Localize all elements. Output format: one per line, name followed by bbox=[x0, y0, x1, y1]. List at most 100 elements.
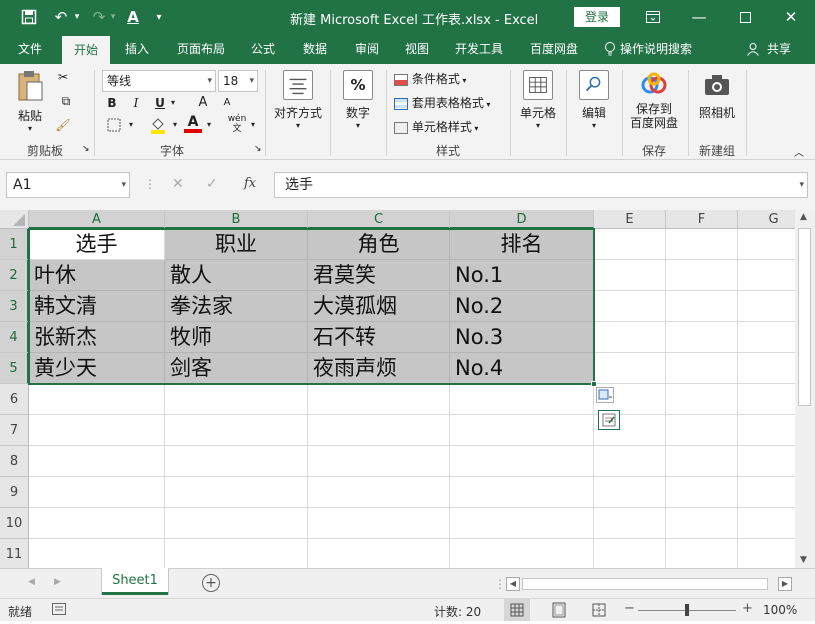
dialog-launcher-icon[interactable]: ↘ bbox=[254, 144, 262, 154]
borders-dropdown-icon[interactable]: ▾ bbox=[126, 120, 136, 129]
font-color-button[interactable]: A bbox=[184, 115, 202, 133]
row-header-9[interactable]: 9 bbox=[0, 477, 29, 508]
cell-c2[interactable]: 君莫笑 bbox=[308, 260, 450, 291]
save-icon[interactable] bbox=[18, 6, 40, 28]
conditional-formatting-button[interactable]: 条件格式 ▾ bbox=[394, 70, 466, 87]
zoom-out-button[interactable]: − bbox=[624, 601, 635, 616]
column-header-d[interactable]: D bbox=[450, 210, 594, 229]
tab-insert[interactable]: 插入 bbox=[114, 34, 160, 64]
save-to-baidu-button[interactable]: 保存到 百度网盘 bbox=[626, 70, 682, 140]
borders-icon[interactable] bbox=[104, 118, 124, 135]
zoom-level[interactable]: 100% bbox=[763, 603, 797, 617]
macro-record-icon[interactable] bbox=[52, 603, 66, 615]
scroll-right-icon[interactable]: ▶ bbox=[778, 577, 792, 591]
tab-developer[interactable]: 开发工具 bbox=[448, 34, 510, 64]
undo-icon[interactable]: ↶ bbox=[50, 6, 72, 28]
tab-data[interactable]: 数据 bbox=[294, 34, 336, 64]
cell-d1[interactable]: 排名 bbox=[450, 229, 594, 260]
collapse-ribbon-icon[interactable]: ︿ bbox=[794, 144, 804, 159]
close-icon[interactable]: ✕ bbox=[768, 0, 814, 34]
column-header-g[interactable]: G bbox=[738, 210, 795, 229]
undo-dropdown-icon[interactable]: ▾ bbox=[72, 6, 82, 28]
tab-file[interactable]: 文件 bbox=[6, 34, 54, 64]
scroll-thumb[interactable] bbox=[798, 228, 811, 406]
cell-c4[interactable]: 石不转 bbox=[308, 322, 450, 353]
login-button[interactable]: 登录 bbox=[574, 7, 620, 27]
cell-styles-button[interactable]: 单元格样式 ▾ bbox=[394, 118, 478, 135]
column-header-e[interactable]: E bbox=[594, 210, 666, 229]
empty-columns-area[interactable] bbox=[594, 229, 795, 384]
camera-button[interactable]: 照相机 bbox=[694, 70, 740, 140]
tab-formulas[interactable]: 公式 bbox=[242, 34, 284, 64]
cell-b5[interactable]: 剑客 bbox=[165, 353, 308, 384]
cell-c1[interactable]: 角色 bbox=[308, 229, 450, 260]
name-box[interactable]: A1 ▾ bbox=[6, 172, 130, 198]
tab-review[interactable]: 审阅 bbox=[346, 34, 388, 64]
row-header-6[interactable]: 6 bbox=[0, 384, 29, 415]
cell-a2[interactable]: 叶休 bbox=[29, 260, 165, 291]
page-layout-view-button[interactable] bbox=[546, 599, 572, 621]
sheet-tab-sheet1[interactable]: Sheet1 bbox=[102, 568, 168, 595]
column-header-c[interactable]: C bbox=[308, 210, 450, 229]
share-button[interactable]: 共享 bbox=[764, 34, 794, 64]
bold-button[interactable]: B bbox=[104, 96, 120, 110]
row-header-8[interactable]: 8 bbox=[0, 446, 29, 477]
select-all-corner[interactable] bbox=[0, 210, 29, 229]
quick-analysis-icon[interactable] bbox=[598, 410, 620, 430]
cell-d3[interactable]: No.2 bbox=[450, 291, 594, 322]
prev-sheet-icon[interactable]: ◀ bbox=[28, 577, 35, 587]
row-header-5[interactable]: 5 bbox=[0, 353, 29, 384]
customize-quick-access-icon[interactable]: ▾ bbox=[152, 6, 166, 28]
alignment-button[interactable]: 对齐方式 ▾ bbox=[272, 70, 324, 140]
dialog-launcher-icon[interactable]: ↘ bbox=[82, 144, 90, 154]
cell-c5[interactable]: 夜雨声烦 bbox=[308, 353, 450, 384]
row-header-1[interactable]: 1 bbox=[0, 229, 29, 260]
tab-home[interactable]: 开始 bbox=[62, 36, 110, 64]
scroll-left-icon[interactable]: ◀ bbox=[506, 577, 520, 591]
column-header-a[interactable]: A bbox=[29, 210, 165, 229]
empty-rows-area[interactable] bbox=[29, 384, 795, 568]
zoom-in-button[interactable]: + bbox=[742, 601, 753, 616]
fill-color-dropdown-icon[interactable]: ▾ bbox=[170, 120, 180, 129]
increase-font-size-button[interactable]: A bbox=[196, 95, 210, 110]
insert-function-icon[interactable]: fx bbox=[244, 176, 256, 191]
fill-color-icon[interactable] bbox=[148, 116, 168, 137]
worksheet-grid[interactable]: A B C D E F G 1 2 3 4 5 6 7 8 9 10 11 选手… bbox=[0, 210, 795, 568]
vertical-scrollbar[interactable]: ▲ ▼ bbox=[795, 210, 815, 568]
maximize-icon[interactable] bbox=[722, 0, 768, 34]
cell-a4[interactable]: 张新杰 bbox=[29, 322, 165, 353]
copy-icon[interactable]: ⧉ bbox=[54, 94, 78, 112]
paste-button[interactable]: 粘贴 ▾ bbox=[10, 70, 50, 140]
tell-me-search[interactable]: 操作说明搜索 bbox=[620, 34, 716, 64]
cells-button[interactable]: 单元格 ▾ bbox=[516, 70, 560, 140]
phonetic-dropdown-icon[interactable]: ▾ bbox=[248, 120, 258, 129]
paste-options-icon[interactable] bbox=[596, 387, 614, 403]
minimize-icon[interactable]: — bbox=[676, 0, 722, 34]
cut-icon[interactable]: ✂ bbox=[54, 70, 72, 88]
scroll-up-icon[interactable]: ▲ bbox=[800, 212, 807, 222]
ribbon-display-options-icon[interactable] bbox=[630, 0, 676, 34]
zoom-slider-thumb[interactable] bbox=[685, 604, 689, 616]
cell-a3[interactable]: 韩文清 bbox=[29, 291, 165, 322]
cell-a5[interactable]: 黄少天 bbox=[29, 353, 165, 384]
row-header-7[interactable]: 7 bbox=[0, 415, 29, 446]
cell-d4[interactable]: No.3 bbox=[450, 322, 594, 353]
font-color-dropdown-icon[interactable]: ▾ bbox=[204, 120, 214, 129]
italic-button[interactable]: I bbox=[128, 96, 144, 110]
format-painter-icon[interactable]: 🖌 bbox=[54, 118, 72, 136]
cell-c3[interactable]: 大漠孤烟 bbox=[308, 291, 450, 322]
row-header-2[interactable]: 2 bbox=[0, 260, 29, 291]
font-size-select[interactable]: 18 ▾ bbox=[218, 70, 258, 92]
cell-b2[interactable]: 散人 bbox=[165, 260, 308, 291]
tab-page-layout[interactable]: 页面布局 bbox=[170, 34, 232, 64]
decrease-font-size-button[interactable]: A bbox=[220, 97, 234, 108]
next-sheet-icon[interactable]: ▶ bbox=[54, 577, 61, 587]
underline-dropdown-icon[interactable]: ▾ bbox=[168, 98, 178, 107]
cell-b1[interactable]: 职业 bbox=[165, 229, 308, 260]
cell-b3[interactable]: 拳法家 bbox=[165, 291, 308, 322]
horizontal-scroll-thumb[interactable] bbox=[522, 578, 768, 590]
row-header-10[interactable]: 10 bbox=[0, 508, 29, 539]
number-format-button[interactable]: % 数字 ▾ bbox=[336, 70, 380, 140]
cell-b4[interactable]: 牧师 bbox=[165, 322, 308, 353]
add-sheet-icon[interactable]: + bbox=[202, 574, 220, 592]
